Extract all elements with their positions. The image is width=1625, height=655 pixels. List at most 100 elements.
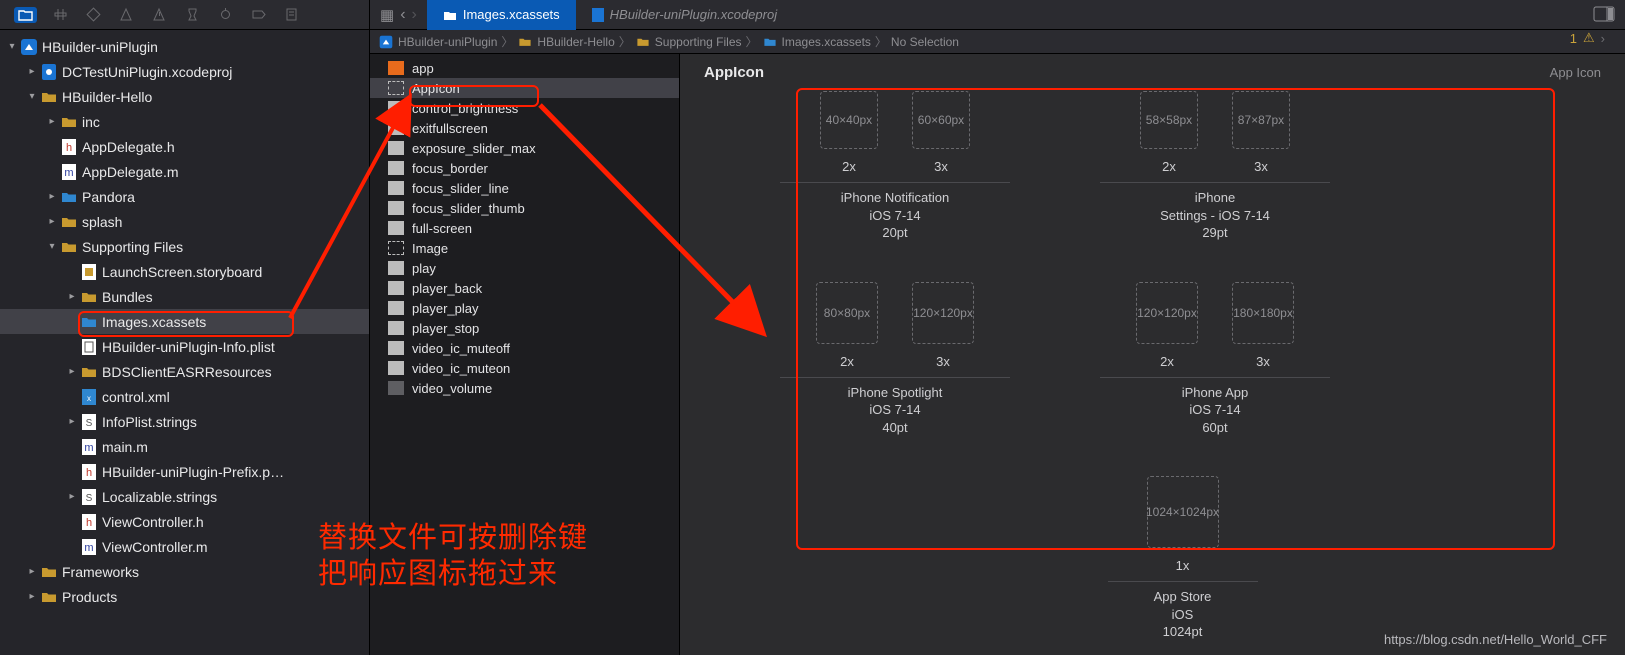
appicon-canvas[interactable]: 40×40px2x60×60px3xiPhone NotificationiOS… bbox=[680, 81, 1625, 655]
tree-row[interactable]: ▸ Bundles bbox=[0, 284, 369, 309]
disclosure-triangle-icon[interactable]: ▸ bbox=[66, 366, 78, 377]
tree-row[interactable]: m ViewController.m bbox=[0, 534, 369, 559]
disclosure-triangle-icon[interactable]: ▸ bbox=[26, 566, 38, 577]
nav-back-icon[interactable]: ‹ bbox=[400, 6, 405, 24]
related-items-icon[interactable]: ▦ bbox=[380, 6, 394, 24]
tab-images-xcassets[interactable]: Images.xcassets bbox=[427, 0, 576, 30]
image-well[interactable]: 60×60px bbox=[912, 91, 970, 149]
image-well[interactable]: 120×120px bbox=[1136, 282, 1198, 344]
disclosure-triangle-icon[interactable]: ▸ bbox=[66, 291, 78, 302]
jump-bar-segment[interactable]: HBuilder-uniPlugin bbox=[378, 34, 497, 50]
asset-row[interactable]: Image bbox=[370, 238, 679, 258]
tree-row[interactable]: h ViewController.h bbox=[0, 509, 369, 534]
jump-bar[interactable]: HBuilder-uniPlugin〉HBuilder-Hello〉Suppor… bbox=[370, 30, 1625, 54]
utilities-toggle-icon[interactable] bbox=[1593, 6, 1615, 22]
disclosure-triangle-icon[interactable]: ▸ bbox=[66, 491, 78, 502]
appicon-slot[interactable]: 80×80px 2x bbox=[816, 282, 878, 369]
tree-row[interactable]: ▸ inc bbox=[0, 109, 369, 134]
appicon-slot[interactable]: 58×58px2x bbox=[1140, 91, 1198, 174]
jump-bar-segment[interactable]: Supporting Files bbox=[635, 35, 742, 49]
disclosure-triangle-icon[interactable]: ▸ bbox=[26, 591, 38, 602]
asset-row[interactable]: video_ic_muteon bbox=[370, 358, 679, 378]
image-well[interactable]: 1024×1024px bbox=[1147, 476, 1219, 548]
tree-row[interactable]: m AppDelegate.m bbox=[0, 159, 369, 184]
disclosure-triangle-icon[interactable]: ▸ bbox=[66, 416, 78, 427]
tab-project[interactable]: HBuilder-uniPlugin.xcodeproj bbox=[576, 0, 793, 30]
symbol-navigator-icon[interactable] bbox=[84, 7, 103, 23]
jump-bar-segment[interactable]: Images.xcassets bbox=[762, 35, 871, 49]
find-navigator-icon[interactable] bbox=[117, 7, 136, 23]
tree-row[interactable]: HBuilder-uniPlugin-Info.plist bbox=[0, 334, 369, 359]
tree-row[interactable]: LaunchScreen.storyboard bbox=[0, 259, 369, 284]
tree-row[interactable]: Images.xcassets bbox=[0, 309, 369, 334]
jump-bar-segment[interactable]: HBuilder-Hello bbox=[517, 35, 614, 49]
appicon-slot[interactable]: 120×120px3x bbox=[912, 282, 974, 369]
nav-forward-icon[interactable]: › bbox=[412, 6, 417, 24]
asset-row[interactable]: focus_slider_thumb bbox=[370, 198, 679, 218]
disclosure-triangle-icon[interactable]: ▾ bbox=[6, 41, 18, 52]
issue-navigator-icon[interactable] bbox=[150, 7, 169, 23]
image-well-size: 80×80px bbox=[824, 306, 870, 320]
disclosure-triangle-icon[interactable]: ▸ bbox=[26, 66, 38, 77]
asset-row[interactable]: full-screen bbox=[370, 218, 679, 238]
debug-navigator-icon[interactable] bbox=[216, 7, 235, 23]
disclosure-triangle-icon[interactable]: ▾ bbox=[26, 91, 38, 102]
jump-bar-segment[interactable]: No Selection bbox=[891, 35, 959, 49]
asset-row-label: video_volume bbox=[412, 381, 492, 396]
tree-row[interactable]: ▸ Frameworks bbox=[0, 559, 369, 584]
appicon-slot[interactable]: 1024×1024px1x bbox=[1147, 476, 1219, 573]
tree-row[interactable]: ▸ Products bbox=[0, 584, 369, 609]
issue-warning-badge[interactable]: 1 ⚠︎ › bbox=[1570, 30, 1605, 46]
breakpoint-navigator-icon[interactable] bbox=[249, 7, 268, 23]
tree-row[interactable]: ▸ Pandora bbox=[0, 184, 369, 209]
report-navigator-icon[interactable] bbox=[282, 7, 301, 23]
asset-row[interactable]: control_brightness bbox=[370, 98, 679, 118]
asset-row[interactable]: video_volume bbox=[370, 378, 679, 398]
tree-row[interactable]: h HBuilder-uniPlugin-Prefix.p… bbox=[0, 459, 369, 484]
asset-row[interactable]: AppIcon bbox=[370, 78, 679, 98]
asset-thumb-icon bbox=[388, 61, 404, 75]
asset-row[interactable]: exposure_slider_max bbox=[370, 138, 679, 158]
appicon-slot[interactable]: 60×60px3x bbox=[912, 91, 970, 174]
disclosure-triangle-icon[interactable]: ▸ bbox=[46, 216, 58, 227]
appicon-slot[interactable]: 180×180px3x bbox=[1232, 282, 1294, 369]
image-well[interactable]: 80×80px bbox=[816, 282, 878, 344]
asset-row[interactable]: exitfullscreen bbox=[370, 118, 679, 138]
tree-row[interactable]: ▸ splash bbox=[0, 209, 369, 234]
appicon-slot[interactable]: 87×87px3x bbox=[1232, 91, 1290, 174]
asset-row[interactable]: play bbox=[370, 258, 679, 278]
tree-row[interactable]: ▸ S InfoPlist.strings bbox=[0, 409, 369, 434]
project-tree[interactable]: ▾ HBuilder-uniPlugin▸ DCTestUniPlugin.xc… bbox=[0, 30, 369, 655]
asset-row[interactable]: player_back bbox=[370, 278, 679, 298]
tree-row[interactable]: x control.xml bbox=[0, 384, 369, 409]
disclosure-triangle-icon[interactable]: ▾ bbox=[46, 241, 58, 252]
test-navigator-icon[interactable] bbox=[183, 7, 202, 23]
image-well[interactable]: 58×58px bbox=[1140, 91, 1198, 149]
disclosure-triangle-icon[interactable]: ▸ bbox=[46, 191, 58, 202]
image-well[interactable]: 120×120px bbox=[912, 282, 974, 344]
asset-row[interactable]: focus_slider_line bbox=[370, 178, 679, 198]
source-control-icon[interactable] bbox=[51, 7, 70, 23]
tree-row[interactable]: ▸ BDSClientEASRResources bbox=[0, 359, 369, 384]
image-well[interactable]: 180×180px bbox=[1232, 282, 1294, 344]
tree-row[interactable]: ▸ S Localizable.strings bbox=[0, 484, 369, 509]
asset-row[interactable]: focus_border bbox=[370, 158, 679, 178]
tree-row[interactable]: ▾ HBuilder-uniPlugin bbox=[0, 34, 369, 59]
appicon-slot[interactable]: 40×40px2x bbox=[820, 91, 878, 174]
folder-navigator-icon[interactable] bbox=[14, 7, 37, 23]
tree-row[interactable]: ▾ Supporting Files bbox=[0, 234, 369, 259]
asset-row[interactable]: player_stop bbox=[370, 318, 679, 338]
appicon-slot[interactable]: 120×120px2x bbox=[1136, 282, 1198, 369]
image-well[interactable]: 87×87px bbox=[1232, 91, 1290, 149]
tree-row[interactable]: h AppDelegate.h bbox=[0, 134, 369, 159]
tree-row[interactable]: ▸ DCTestUniPlugin.xcodeproj bbox=[0, 59, 369, 84]
slot-scale-label: 2x bbox=[840, 354, 854, 369]
asset-row[interactable]: app bbox=[370, 58, 679, 78]
asset-thumb-icon bbox=[388, 121, 404, 135]
asset-row[interactable]: video_ic_muteoff bbox=[370, 338, 679, 358]
asset-row[interactable]: player_play bbox=[370, 298, 679, 318]
tree-row[interactable]: ▾ HBuilder-Hello bbox=[0, 84, 369, 109]
disclosure-triangle-icon[interactable]: ▸ bbox=[46, 116, 58, 127]
image-well[interactable]: 40×40px bbox=[820, 91, 878, 149]
tree-row[interactable]: m main.m bbox=[0, 434, 369, 459]
